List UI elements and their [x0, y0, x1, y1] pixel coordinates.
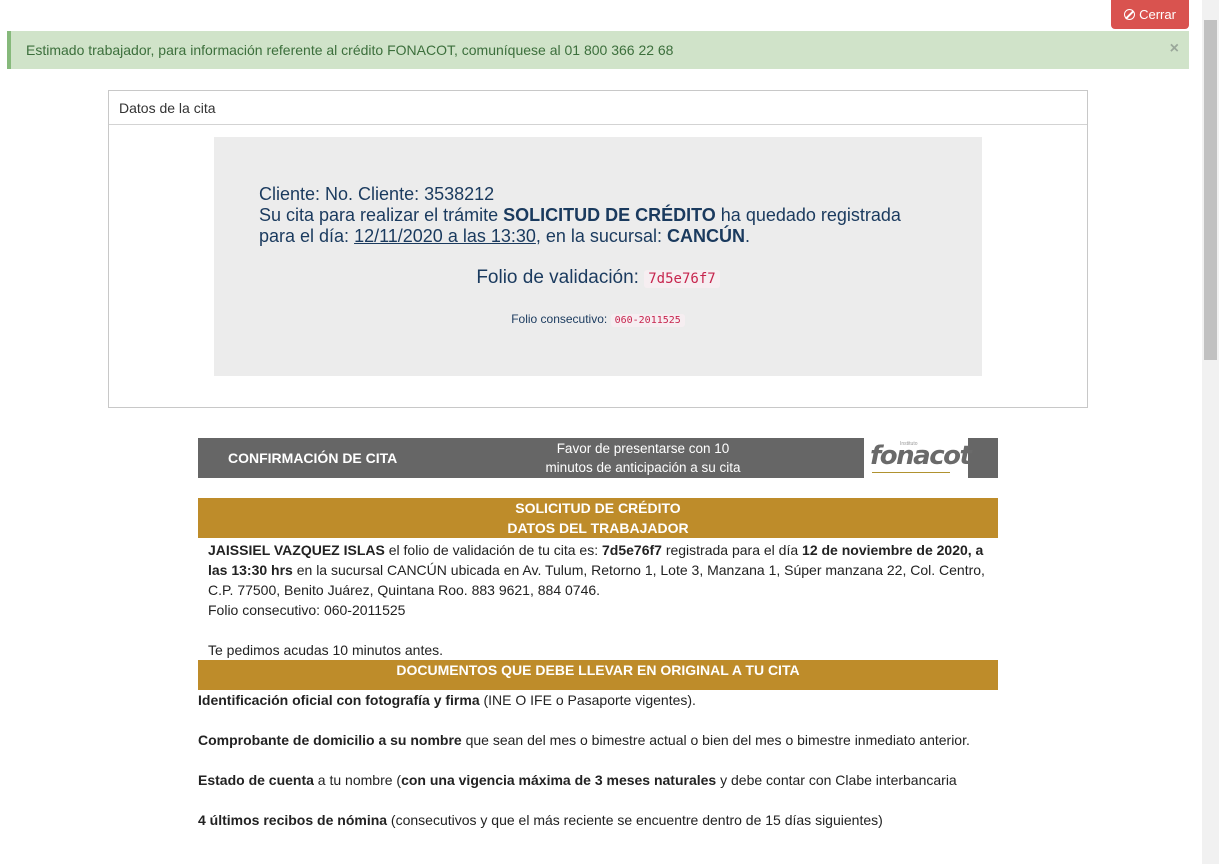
doc-condition: con una vigencia máxima de 3 meses natur…: [401, 772, 717, 788]
appointment-date: 12/11/2020 a las 13:30: [354, 226, 536, 246]
consecutive-folio-row: Folio consecutivo: 060-2011525: [214, 312, 982, 327]
doc-name: Identificación oficial con fotografía y …: [198, 692, 480, 708]
worker-consecutive-folio: Folio consecutivo: 060-2011525: [208, 602, 406, 618]
consecutive-folio-label: Folio consecutivo:: [511, 312, 608, 326]
list-item: Identificación oficial con fotografía y …: [198, 690, 1018, 710]
confirmation-title: CONFIRMACIÓN DE CITA: [228, 450, 398, 466]
appointment-panel: Datos de la cita Cliente: No. Cliente: 3…: [108, 90, 1088, 408]
arrival-notice: Te pedimos acudas 10 minutos antes.: [208, 642, 444, 658]
ban-icon: [1124, 9, 1136, 20]
appointment-text: Su cita para realizar el trámite: [259, 205, 504, 225]
doc-detail: (consecutivos y que el más reciente se e…: [387, 812, 883, 828]
worker-name: JAISSIEL VAZQUEZ ISLAS: [208, 542, 385, 558]
appointment-line: Su cita para realizar el trámite SOLICIT…: [259, 205, 901, 226]
worker-text-1: el folio de validación de tu cita es:: [384, 542, 602, 558]
worker-folio: 7d5e76f7: [602, 542, 662, 558]
close-button-label: Cerrar: [1139, 7, 1176, 22]
doc-detail: que sean del mes o bimestre actual o bie…: [461, 732, 970, 748]
info-alert: Estimado trabajador, para información re…: [7, 31, 1189, 69]
worker-paragraph: JAISSIEL VAZQUEZ ISLAS el folio de valid…: [208, 540, 994, 600]
period: .: [744, 226, 750, 246]
validation-folio-row: Folio de validación: 7d5e76f7: [214, 267, 982, 289]
doc-name: Estado de cuenta: [198, 772, 314, 788]
logo-underline: [872, 472, 950, 473]
alert-text: Estimado trabajador, para información re…: [26, 42, 674, 58]
doc-name: 4 últimos recibos de nómina: [198, 812, 388, 828]
worker-text-2: registrada para el día: [661, 542, 803, 558]
worker-data-title: DATOS DEL TRABAJADOR: [507, 520, 689, 536]
list-item: Estado de cuenta a tu nombre (con una vi…: [198, 770, 1018, 790]
documents-list: Identificación oficial con fotografía y …: [198, 690, 1018, 850]
confirmation-note: Favor de presentarse con 10 minutos de a…: [518, 439, 768, 477]
branch-label: , en la sucursal:: [535, 226, 667, 246]
appointment-text-end: ha quedado registrada: [715, 205, 901, 225]
panel-title: Datos de la cita: [109, 91, 1087, 125]
worker-details: JAISSIEL VAZQUEZ ISLAS el folio de valid…: [208, 540, 994, 660]
list-item: 4 últimos recibos de nómina (consecutivo…: [198, 810, 1018, 830]
confirmation-header: CONFIRMACIÓN DE CITA Favor de presentars…: [198, 438, 998, 478]
note-line-1: Favor de presentarse con 10: [556, 441, 730, 456]
date-line: para el día: 12/11/2020 a las 13:30, en …: [259, 226, 901, 247]
close-button[interactable]: Cerrar: [1111, 0, 1189, 29]
list-item: Comprobante de domicilio a su nombre que…: [198, 730, 1018, 750]
date-label: para el día:: [259, 226, 355, 246]
validation-folio: 7d5e76f7: [644, 270, 720, 288]
documents-header: DOCUMENTOS QUE DEBE LLEVAR EN ORIGINAL A…: [198, 660, 998, 690]
documents-title: DOCUMENTOS QUE DEBE LLEVAR EN ORIGINAL A…: [396, 662, 800, 678]
vertical-scrollbar[interactable]: [1202, 0, 1219, 864]
branch-name: CANCÚN: [666, 226, 745, 246]
alert-close-icon[interactable]: ×: [1170, 40, 1179, 58]
validation-folio-label: Folio de validación:: [476, 267, 639, 288]
request-title: SOLICITUD DE CRÉDITO: [515, 500, 681, 516]
worker-text-3: en la sucursal CANCÚN ubicada en Av. Tul…: [208, 562, 985, 598]
procedure-name: SOLICITUD DE CRÉDITO: [503, 205, 716, 225]
logo-text: fonacot: [870, 441, 972, 471]
appointment-well: Cliente: No. Cliente: 3538212 Su cita pa…: [214, 137, 982, 376]
doc-name: Comprobante de domicilio a su nombre: [198, 732, 462, 748]
doc-detail: (INE O IFE o Pasaporte vigentes).: [479, 692, 696, 708]
doc-detail-end: y debe contar con Clabe interbancaria: [716, 772, 957, 788]
appointment-details: Cliente: No. Cliente: 3538212 Su cita pa…: [259, 184, 901, 247]
request-header: SOLICITUD DE CRÉDITO DATOS DEL TRABAJADO…: [198, 498, 998, 538]
consecutive-folio: 060-2011525: [610, 314, 685, 327]
client-number: Cliente: No. Cliente: 3538212: [259, 184, 495, 204]
scrollbar-thumb[interactable]: [1204, 20, 1217, 360]
doc-detail: a tu nombre (: [313, 772, 402, 788]
note-line-2: minutos de anticipación a su cita: [545, 460, 741, 475]
fonacot-logo: Instituto fonacot: [864, 438, 972, 478]
